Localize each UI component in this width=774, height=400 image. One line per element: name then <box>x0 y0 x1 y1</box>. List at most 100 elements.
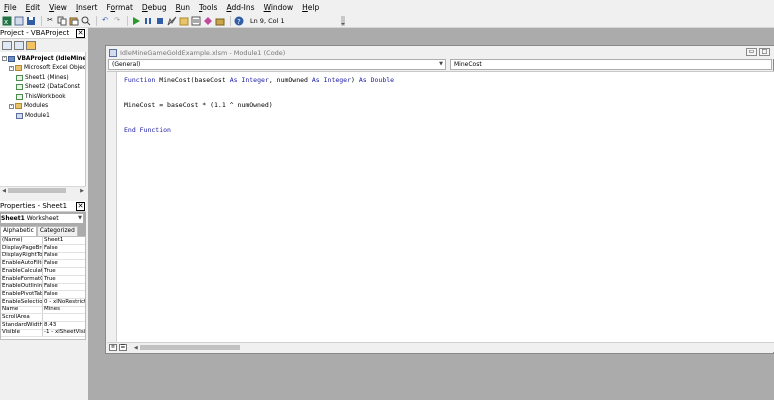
code-line: End Function <box>124 126 171 134</box>
cut-icon[interactable]: ✂ <box>45 16 55 26</box>
help-icon[interactable]: ? <box>234 16 244 26</box>
project-pane-close-icon[interactable]: ✕ <box>76 29 85 38</box>
menu-add-ins[interactable]: Add-Ins <box>226 3 254 12</box>
code-horizontal-scrollbar[interactable]: ◀ <box>132 344 774 352</box>
code-window-titlebar[interactable]: IdleMineGameGoldExample.xlsm - Module1 (… <box>106 46 774 59</box>
property-row[interactable]: Visible -1 - xlSheetVisib <box>1 329 85 338</box>
tree-item[interactable]: Module1 <box>16 111 50 120</box>
reset-icon[interactable] <box>155 16 165 26</box>
sheet-icon <box>16 93 23 100</box>
menu-file[interactable]: File <box>4 3 17 12</box>
properties-object-select[interactable]: Sheet1 Worksheet ▼ <box>0 213 84 224</box>
code-editor[interactable]: Function MineCost(baseCost As Integer, n… <box>107 71 774 343</box>
properties-icon[interactable] <box>191 16 201 26</box>
scroll-thumb[interactable] <box>139 345 240 350</box>
undo-icon[interactable]: ↶ <box>100 16 110 26</box>
property-value[interactable]: False <box>43 252 85 259</box>
project-explorer-icon[interactable] <box>179 16 189 26</box>
menu-view[interactable]: View <box>49 3 67 12</box>
tree-item[interactable]: Sheet1 (Mines) <box>16 73 69 82</box>
collapse-icon[interactable]: - <box>2 56 7 61</box>
module-icon <box>109 48 117 57</box>
property-value[interactable]: Mines <box>43 306 85 313</box>
property-value[interactable]: True <box>43 268 85 275</box>
tab-alphabetic[interactable]: Alphabetic <box>0 226 37 236</box>
save-icon[interactable] <box>26 16 36 26</box>
view-code-icon[interactable] <box>2 41 12 50</box>
property-name: EnableOutlining <box>2 283 43 291</box>
project-pane-title: Project - VBAProject ✕ <box>0 28 86 39</box>
tree-item[interactable]: ThisWorkbook <box>16 92 66 101</box>
menu-format[interactable]: Format <box>106 3 132 12</box>
view-object-icon[interactable] <box>14 41 24 50</box>
scroll-left-icon[interactable]: ◀ <box>0 188 8 194</box>
scroll-right-icon[interactable]: ▶ <box>78 188 86 194</box>
collapse-icon[interactable]: - <box>9 103 14 109</box>
menu-run[interactable]: Run <box>176 3 190 12</box>
property-value[interactable]: 8.43 <box>43 322 85 329</box>
properties-pane-title-text: Properties - Sheet1 <box>0 202 68 210</box>
property-value[interactable]: Sheet1 <box>43 237 85 244</box>
excel-icon[interactable]: x <box>2 16 12 26</box>
toggle-folders-icon[interactable] <box>26 41 36 50</box>
copy-icon[interactable] <box>57 16 67 26</box>
code-text: ) <box>351 76 359 84</box>
scroll-left-icon[interactable]: ◀ <box>132 345 140 351</box>
property-value[interactable]: False <box>43 260 85 267</box>
procedure-combo[interactable]: MineCost <box>450 59 772 70</box>
menu-debug[interactable]: Debug <box>142 3 167 12</box>
sheet-icon <box>16 84 23 90</box>
property-value[interactable]: False <box>43 291 85 298</box>
toolbar-separator <box>127 15 128 26</box>
tree-item[interactable]: - Microsoft Excel Objects <box>9 64 85 73</box>
tree-item[interactable]: - VBAProject (IdleMineGa <box>2 54 85 63</box>
menu-tools[interactable]: Tools <box>199 3 217 12</box>
procedure-view-icon[interactable]: ≡ <box>109 344 117 351</box>
tree-item[interactable]: Sheet2 (DataConst <box>16 83 80 92</box>
property-name: (Name) <box>1 237 43 244</box>
break-icon[interactable] <box>143 16 153 26</box>
menu-insert[interactable]: Insert <box>76 3 98 12</box>
chevron-down-icon[interactable]: ▼ <box>78 214 82 223</box>
tree-item-label: Sheet2 (DataConst <box>25 84 80 90</box>
code-line: MineCost = baseCost * (1.1 ^ numOwned) <box>124 101 273 109</box>
breakpoint-margin[interactable] <box>107 72 117 343</box>
code-keyword: As Integer <box>229 76 269 84</box>
menu-edit[interactable]: Edit <box>26 3 41 12</box>
property-value[interactable]: 0 - xlNoRestrictio <box>43 299 85 306</box>
object-browser-icon[interactable] <box>203 16 213 26</box>
properties-pane-close-icon[interactable]: ✕ <box>76 202 85 211</box>
menu-help[interactable]: Help <box>302 3 319 12</box>
find-icon[interactable] <box>81 16 91 26</box>
toolbox-icon[interactable] <box>215 16 225 26</box>
paste-icon[interactable] <box>69 16 79 26</box>
insert-module-icon[interactable] <box>14 16 24 26</box>
tree-item-label: Modules <box>24 103 49 109</box>
property-value[interactable] <box>43 314 85 321</box>
property-value[interactable]: False <box>43 245 85 252</box>
tab-categorized[interactable]: Categorized <box>36 226 78 236</box>
run-icon[interactable] <box>131 16 141 26</box>
object-combo[interactable]: (General) ▼ <box>108 59 446 70</box>
property-value[interactable]: -1 - xlSheetVisib <box>43 329 85 336</box>
maximize-icon[interactable]: □ <box>759 48 770 56</box>
redo-icon[interactable]: ↷ <box>112 16 122 26</box>
toolbar-separator <box>230 15 231 26</box>
project-tree-scrollbar[interactable]: ◀ ▶ <box>0 186 86 194</box>
scroll-thumb[interactable] <box>8 188 66 193</box>
tree-item-label: Module1 <box>25 112 50 119</box>
property-name: EnableSelection <box>2 298 43 306</box>
property-name: EnableCalculation <box>2 267 43 275</box>
full-module-view-icon[interactable]: ☰ <box>118 344 127 351</box>
design-mode-icon[interactable] <box>167 16 177 26</box>
toolbar-grip-handle[interactable] <box>340 16 346 26</box>
property-value[interactable]: True <box>43 276 85 283</box>
property-value[interactable]: False <box>43 283 85 290</box>
pane-splitter[interactable] <box>86 28 88 400</box>
minimize-icon[interactable]: ▭ <box>746 48 757 56</box>
chevron-down-icon[interactable]: ▼ <box>439 60 443 69</box>
tree-item[interactable]: - Modules <box>9 102 48 111</box>
code-keyword: Function <box>124 76 160 84</box>
collapse-icon[interactable]: - <box>9 65 14 71</box>
menu-window[interactable]: Window <box>264 3 294 12</box>
